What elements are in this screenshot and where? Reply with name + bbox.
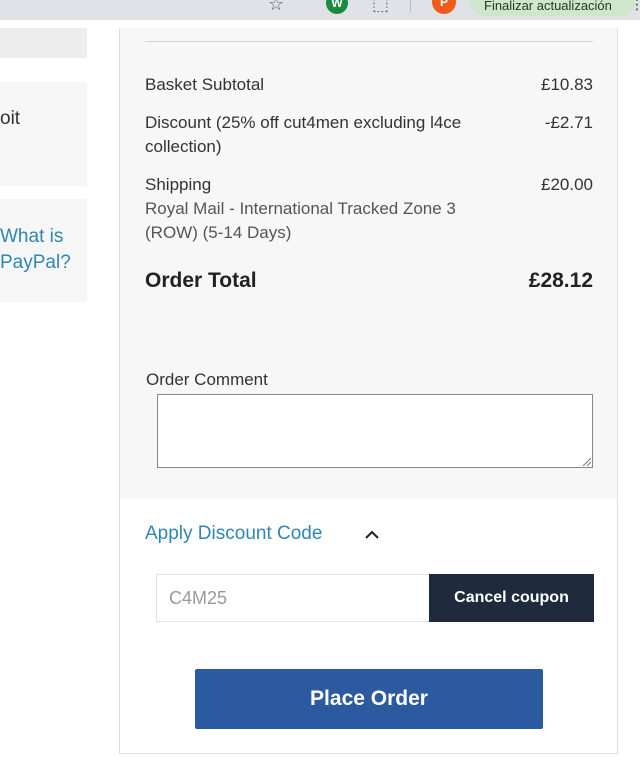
discount-label: Discount (25% off cut4men excluding l4ce… — [145, 113, 462, 156]
order-comment-field[interactable] — [157, 394, 593, 468]
place-order-button[interactable]: Place Order — [195, 669, 543, 729]
chevron-up-icon[interactable] — [362, 525, 382, 545]
bookmark-star-icon[interactable]: ☆ — [268, 0, 284, 14]
subtotal-value: £10.83 — [541, 75, 593, 94]
resize-handle-icon[interactable] — [581, 456, 591, 466]
shipping-label: Shipping — [145, 175, 212, 194]
discount-code-input[interactable] — [156, 574, 430, 622]
more-vertical-icon[interactable]: ⋮ — [630, 0, 640, 13]
shipping-method-detail: Royal Mail - International Tracked Zone … — [145, 199, 456, 242]
shipping-value: £20.00 — [541, 175, 593, 194]
payment-option-card[interactable] — [0, 82, 87, 186]
left-panel-fragment — [0, 28, 87, 58]
discount-value: -£2.71 — [544, 113, 593, 132]
cancel-coupon-button[interactable]: Cancel coupon — [429, 574, 594, 622]
extension-w-icon[interactable]: W — [326, 0, 348, 14]
toolbar-divider — [410, 0, 411, 12]
order-comment-label: Order Comment — [146, 370, 268, 389]
browser-toolbar: ☆ W ⬚ P Finalizar actualización ⋮ — [0, 0, 640, 20]
browser-update-button[interactable]: Finalizar actualización — [470, 0, 636, 16]
payment-option-label: oit — [0, 108, 21, 129]
order-summary-panel: Basket Subtotal £10.83 Discount (25% off… — [119, 28, 618, 754]
profile-avatar[interactable]: P — [432, 0, 456, 14]
apply-discount-code-toggle[interactable]: Apply Discount Code — [145, 523, 322, 545]
order-total-value: £28.12 — [528, 269, 593, 292]
extensions-puzzle-icon[interactable]: ⬚ — [372, 0, 389, 14]
what-is-paypal-link[interactable]: What is PayPal? — [0, 224, 87, 276]
subtotal-label: Basket Subtotal — [145, 75, 265, 94]
summary-divider — [145, 41, 593, 42]
order-total-label: Order Total — [145, 269, 257, 292]
